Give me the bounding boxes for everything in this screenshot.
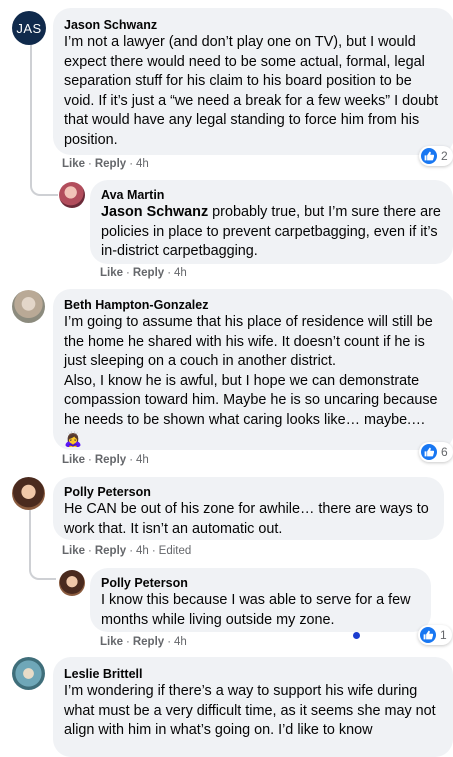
comment-time[interactable]: 4h: [174, 267, 187, 279]
comment-reply: Ava Martin Jason Schwanz probably true, …: [0, 178, 453, 288]
avatar[interactable]: [12, 290, 45, 323]
comment-actions: Like · Reply · 4h: [62, 454, 149, 466]
comment-author[interactable]: Beth Hampton-Gonzalez: [64, 297, 442, 313]
reaction-count[interactable]: 1: [418, 625, 452, 645]
reply-link[interactable]: Reply: [95, 158, 126, 170]
edited-label[interactable]: Edited: [159, 545, 192, 557]
comment-bubble: Polly Peterson He CAN be out of his zone…: [53, 477, 444, 540]
comment-time[interactable]: 4h: [136, 158, 149, 170]
comment-actions: Like · Reply · 4h: [100, 636, 187, 648]
comment-actions: Like · Reply · 4h · Edited: [62, 545, 192, 557]
comment-author[interactable]: Ava Martin: [101, 187, 441, 203]
mention-link[interactable]: Jason Schwanz: [101, 204, 208, 220]
like-link[interactable]: Like: [100, 267, 123, 279]
comment-bubble: Polly Peterson I know this because I was…: [90, 568, 431, 632]
reply-link[interactable]: Reply: [95, 545, 126, 557]
avatar-initials: JAS: [16, 20, 42, 36]
like-link[interactable]: Like: [62, 158, 85, 170]
comment-text: I know this because I was able to serve …: [101, 592, 411, 628]
comment-reply: Polly Peterson I know this because I was…: [0, 565, 453, 655]
comment-bubble: Ava Martin Jason Schwanz probably true, …: [90, 180, 453, 264]
avatar[interactable]: JAS: [12, 11, 46, 45]
comment: Leslie Brittell I’m wondering if there’s…: [0, 652, 453, 757]
avatar[interactable]: [59, 182, 85, 208]
avatar[interactable]: [59, 570, 85, 596]
reaction-number: 2: [441, 149, 448, 163]
reply-link[interactable]: Reply: [95, 454, 126, 466]
avatar[interactable]: [12, 477, 45, 510]
comment-author[interactable]: Polly Peterson: [64, 484, 432, 500]
comment-bubble: Jason Schwanz I’m not a lawyer (and don’…: [53, 8, 453, 155]
comment: Beth Hampton-Gonzalez I’m going to assum…: [0, 285, 453, 470]
comment: JAS Jason Schwanz I’m not a lawyer (and …: [0, 0, 453, 180]
reaction-count[interactable]: 6: [419, 442, 453, 462]
comment-text: I’m not a lawyer (and don’t play one on …: [64, 34, 439, 148]
unread-indicator: [353, 632, 360, 639]
comment-text: I’m going to assume that his place of re…: [64, 314, 438, 448]
reaction-number: 6: [441, 445, 448, 459]
comment-bubble: Leslie Brittell I’m wondering if there’s…: [53, 657, 453, 757]
comment-time[interactable]: 4h: [136, 454, 149, 466]
comment-text: He CAN be out of his zone for awhile… th…: [64, 501, 429, 537]
comment-text: Jason Schwanz probably true, but I’m sur…: [101, 203, 441, 262]
comment-actions: Like · Reply · 4h: [100, 267, 187, 279]
comment-bubble: Beth Hampton-Gonzalez I’m going to assum…: [53, 289, 453, 450]
comment-author[interactable]: Leslie Brittell: [64, 666, 441, 682]
reaction-count[interactable]: 2: [419, 146, 453, 166]
comment-author[interactable]: Jason Schwanz: [64, 17, 442, 33]
comment-author[interactable]: Polly Peterson: [101, 575, 419, 591]
comment-time[interactable]: 4h: [174, 636, 187, 648]
comment-actions: Like · Reply · 4h: [62, 158, 149, 170]
like-link[interactable]: Like: [62, 545, 85, 557]
comment: Polly Peterson He CAN be out of his zone…: [0, 472, 453, 567]
avatar[interactable]: [12, 657, 45, 690]
comment-time[interactable]: 4h: [136, 545, 149, 557]
reaction-number: 1: [440, 628, 447, 642]
like-icon: [421, 148, 437, 164]
like-icon: [420, 627, 436, 643]
like-icon: [421, 444, 437, 460]
like-link[interactable]: Like: [100, 636, 123, 648]
reply-link[interactable]: Reply: [133, 636, 164, 648]
reply-link[interactable]: Reply: [133, 267, 164, 279]
like-link[interactable]: Like: [62, 454, 85, 466]
